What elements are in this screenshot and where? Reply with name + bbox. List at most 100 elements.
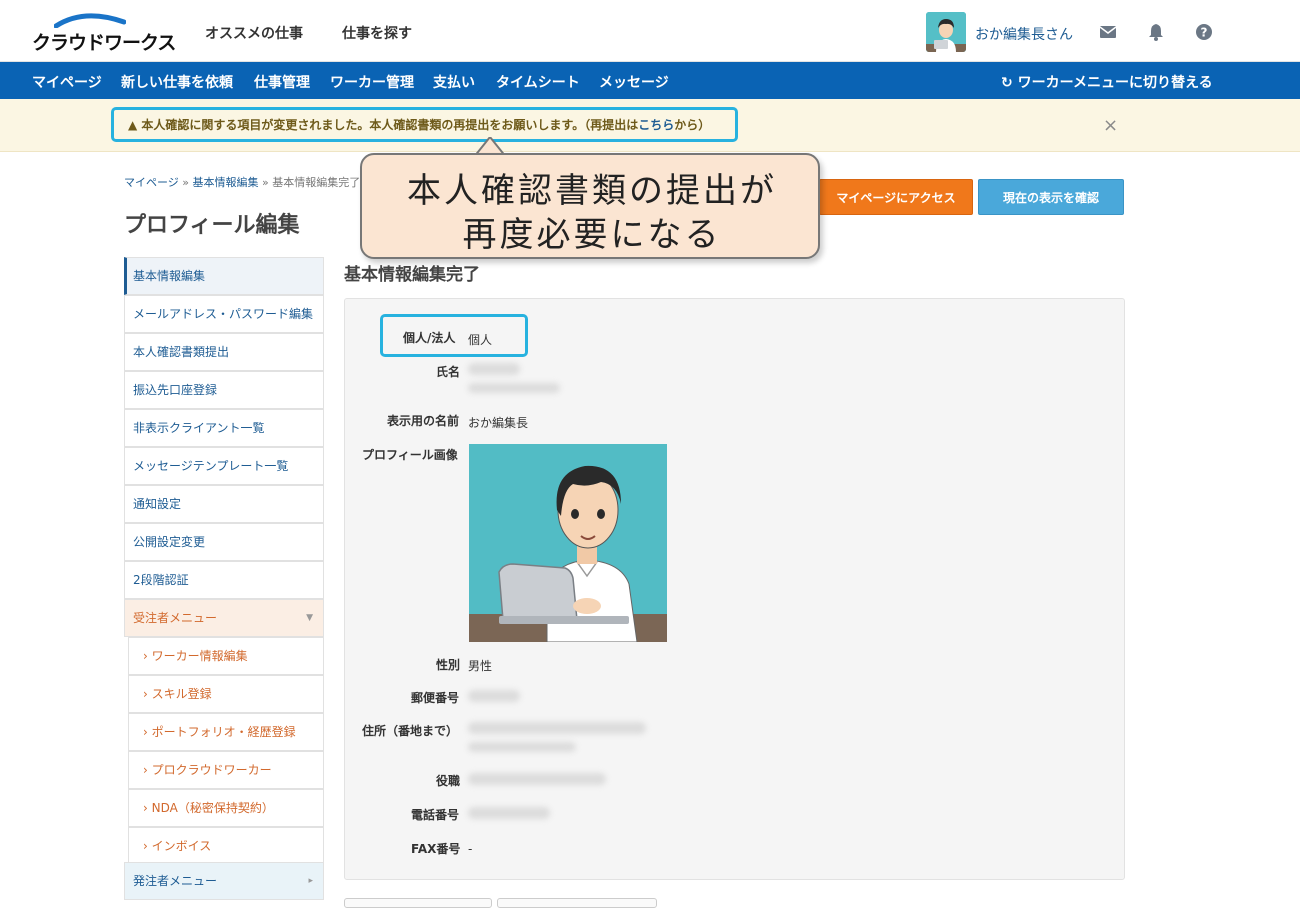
caret-down-icon: ▼	[306, 613, 313, 623]
name-label: 氏名	[436, 365, 461, 379]
sidebar-item-visibility[interactable]: 公開設定変更	[124, 523, 324, 561]
avatar[interactable]	[926, 12, 966, 52]
sidebar-item-hidden-clients[interactable]: 非表示クライアント一覧	[124, 409, 324, 447]
nav-new-job[interactable]: 新しい仕事を依頼	[121, 72, 233, 92]
sidebar-item-nda[interactable]: › NDA（秘密保持契約）	[128, 789, 324, 827]
breadcrumb-current: 基本情報編集完了	[272, 176, 361, 189]
username-link[interactable]: おか編集長さん	[975, 24, 1073, 44]
logo-swoosh-icon	[54, 13, 126, 28]
phone-redacted	[468, 807, 550, 819]
breadcrumb-mypage[interactable]: マイページ	[124, 176, 179, 189]
gender-value: 男性	[468, 659, 493, 673]
worker-menu-label: 受注者メニュー	[133, 611, 218, 625]
chevron-right-icon: ›	[143, 649, 148, 663]
display-name-value: おか編集長	[468, 416, 529, 430]
bell-icon[interactable]	[1146, 22, 1166, 42]
breadcrumb-separator: »	[182, 176, 190, 189]
sidebar-worker-menu[interactable]: 受注者メニュー ▼	[124, 599, 324, 637]
find-jobs-link[interactable]: 仕事を探す	[342, 23, 412, 43]
sidebar-item-basic-info[interactable]: 基本情報編集	[124, 257, 324, 295]
nav-messages[interactable]: メッセージ	[599, 72, 669, 92]
sidebar-item-pro-worker[interactable]: › プロクラウドワーカー	[128, 751, 324, 789]
sidebar-item-notifications[interactable]: 通知設定	[124, 485, 324, 523]
profile-summary-panel	[344, 298, 1125, 880]
sidebar-item-message-templates[interactable]: メッセージテンプレート一覧	[124, 447, 324, 485]
annotation-callout: 本人確認書類の提出が 再度必要になる	[360, 153, 820, 259]
sidebar-item-label: インボイス	[151, 839, 212, 853]
sidebar-item-label: NDA（秘密保持契約）	[151, 801, 274, 815]
zip-redacted	[468, 690, 520, 702]
bottom-button-right[interactable]	[497, 898, 657, 908]
sidebar-item-bank-account[interactable]: 振込先口座登録	[124, 371, 324, 409]
chevron-right-icon: ›	[143, 763, 148, 777]
section-title: 基本情報編集完了	[344, 265, 480, 285]
breadcrumb-separator: »	[262, 176, 269, 189]
position-label: 役職	[436, 774, 461, 788]
chevron-right-icon: ›	[143, 687, 148, 701]
sidebar-item-email-password[interactable]: メールアドレス・パスワード編集	[124, 295, 324, 333]
profile-image-label: プロフィール画像	[362, 448, 458, 462]
name-kana-redacted	[468, 383, 560, 393]
address-line2-redacted	[468, 742, 576, 752]
address-label: 住所（番地まで）	[362, 724, 459, 738]
fax-label: FAX番号	[411, 842, 461, 856]
sidebar-item-label: ポートフォリオ・経歴登録	[151, 725, 296, 739]
fax-value: -	[468, 842, 473, 856]
main-nav: マイページ 新しい仕事を依頼 仕事管理 ワーカー管理 支払い タイムシート メッ…	[0, 62, 1300, 99]
address-redacted	[468, 722, 646, 734]
position-redacted	[468, 773, 606, 785]
breadcrumb-basic-info[interactable]: 基本情報編集	[193, 176, 259, 189]
nav-worker-management[interactable]: ワーカー管理	[330, 72, 414, 92]
nav-timesheet[interactable]: タイムシート	[496, 72, 580, 92]
sidebar-item-worker-info[interactable]: › ワーカー情報編集	[128, 637, 324, 675]
alert-suffix: から）	[674, 118, 711, 132]
resubmit-link[interactable]: こちら	[638, 118, 674, 132]
name-redacted	[468, 363, 520, 375]
help-icon[interactable]: ?	[1194, 22, 1214, 42]
type-highlight-box	[380, 314, 528, 357]
sidebar-client-menu[interactable]: 発注者メニュー ▸	[124, 862, 324, 900]
profile-image	[469, 444, 667, 642]
page-title: プロフィール編集	[124, 213, 300, 238]
nav-switch-worker-menu[interactable]: ↻ ワーカーメニューに切り替える	[1001, 72, 1213, 92]
nav-job-management[interactable]: 仕事管理	[254, 72, 310, 92]
display-name-label: 表示用の名前	[387, 414, 460, 428]
crowdworks-logo[interactable]: クラウドワークス	[32, 12, 176, 54]
logo-text: クラウドワークス	[32, 32, 176, 54]
chevron-right-icon: ›	[143, 801, 148, 815]
sidebar-item-2fa[interactable]: 2段階認証	[124, 561, 324, 599]
warning-icon: ▲	[128, 118, 138, 132]
sidebar-item-id-verification[interactable]: 本人確認書類提出	[124, 333, 324, 371]
sidebar-item-portfolio[interactable]: › ポートフォリオ・経歴登録	[128, 713, 324, 751]
zip-label: 郵便番号	[411, 691, 460, 705]
preview-profile-button[interactable]: 現在の表示を確認	[978, 179, 1124, 215]
alert-text: 本人確認に関する項目が変更されました。本人確認書類の再提出をお願いします。（再提…	[141, 118, 639, 132]
profile-illustration	[469, 444, 667, 642]
top-header: クラウドワークス オススメの仕事 仕事を探す おか編集長さん ?	[0, 0, 1300, 62]
nav-payment[interactable]: 支払い	[433, 72, 475, 92]
bottom-button-left[interactable]	[344, 898, 492, 908]
switch-label: ワーカーメニューに切り替える	[1017, 75, 1213, 91]
chevron-right-icon: ›	[143, 725, 148, 739]
callout-line-2: 再度必要になる	[462, 215, 722, 255]
alert-message: ▲ 本人確認に関する項目が変更されました。本人確認書類の再提出をお願いします。（…	[128, 116, 710, 133]
chevron-right-icon: ›	[143, 839, 148, 853]
callout-line-1: 本人確認書類の提出が	[407, 171, 777, 211]
gender-label: 性別	[436, 658, 461, 672]
mypage-access-button[interactable]: マイページにアクセス	[819, 179, 973, 215]
recommended-jobs-link[interactable]: オススメの仕事	[205, 23, 303, 43]
sidebar-item-invoice[interactable]: › インボイス	[128, 827, 324, 865]
sidebar-item-label: スキル登録	[151, 687, 212, 701]
breadcrumb: マイページ » 基本情報編集 » 基本情報編集完了	[124, 174, 360, 190]
client-menu-label: 発注者メニュー	[133, 874, 218, 888]
caret-right-icon: ▸	[308, 876, 313, 886]
avatar-image	[926, 12, 966, 52]
svg-text:?: ?	[1201, 26, 1208, 40]
mail-icon[interactable]	[1098, 22, 1118, 42]
sidebar-item-label: ワーカー情報編集	[151, 649, 248, 663]
sidebar-item-label: プロクラウドワーカー	[151, 763, 272, 777]
sidebar-item-skills[interactable]: › スキル登録	[128, 675, 324, 713]
phone-label: 電話番号	[411, 808, 460, 822]
nav-mypage[interactable]: マイページ	[32, 72, 102, 92]
alert-close-icon[interactable]: ×	[1103, 115, 1118, 136]
